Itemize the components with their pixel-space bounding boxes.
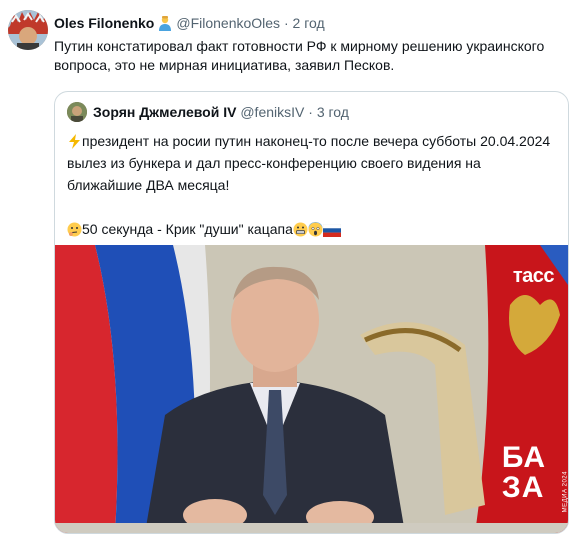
baza-logo: БА ЗА (501, 441, 546, 504)
video-media[interactable]: тасс БА ЗА МЕДИА 2024 (55, 245, 568, 533)
author-name[interactable]: Oles Filonenko (54, 15, 154, 31)
tass-watermark: тасс (512, 265, 555, 287)
quoted-tweet[interactable]: Зорян Джмелевой IV @feniksIV · 3 год пре… (54, 91, 569, 534)
quote-text: президент на росии путин наконец-то посл… (67, 130, 557, 240)
tweet-header: Oles Filonenko @FilonenkoOles · 2 год (54, 14, 325, 32)
quote-header: Зорян Джмелевой IV @feniksIV · 3 год (93, 103, 349, 121)
screaming-face-emoji-icon (308, 221, 323, 237)
quote-text-line-1: президент на росии путин наконец-то посл… (67, 133, 551, 193)
quote-separator-dot: · (308, 104, 313, 120)
lightning-emoji-icon (67, 133, 82, 149)
tweet-time[interactable]: 2 год (293, 15, 325, 31)
quote-author-name[interactable]: Зорян Джмелевой IV (93, 104, 236, 120)
separator-dot: · (283, 15, 289, 31)
video-frame (55, 245, 568, 533)
tweet-text: Путин констатировал факт готовности РФ к… (54, 38, 545, 73)
quote-text-blank-line (67, 196, 557, 218)
person-emoji-icon (157, 15, 173, 31)
quote-time[interactable]: 3 год (317, 104, 349, 120)
russian-flag-emoji-icon (322, 221, 342, 237)
grimacing-face-emoji-icon (293, 221, 308, 237)
quote-author-avatar (67, 102, 87, 122)
author-avatar[interactable] (8, 10, 48, 50)
author-handle[interactable]: @FilonenkoOles (176, 15, 280, 31)
quote-text-line-2: 50 секунда - Крик "души" кацапа (67, 218, 557, 240)
thinking-face-emoji-icon (67, 221, 82, 237)
baza-side-text: МЕДИА 2024 (562, 471, 568, 513)
quote-author-handle[interactable]: @feniksIV (240, 104, 304, 120)
